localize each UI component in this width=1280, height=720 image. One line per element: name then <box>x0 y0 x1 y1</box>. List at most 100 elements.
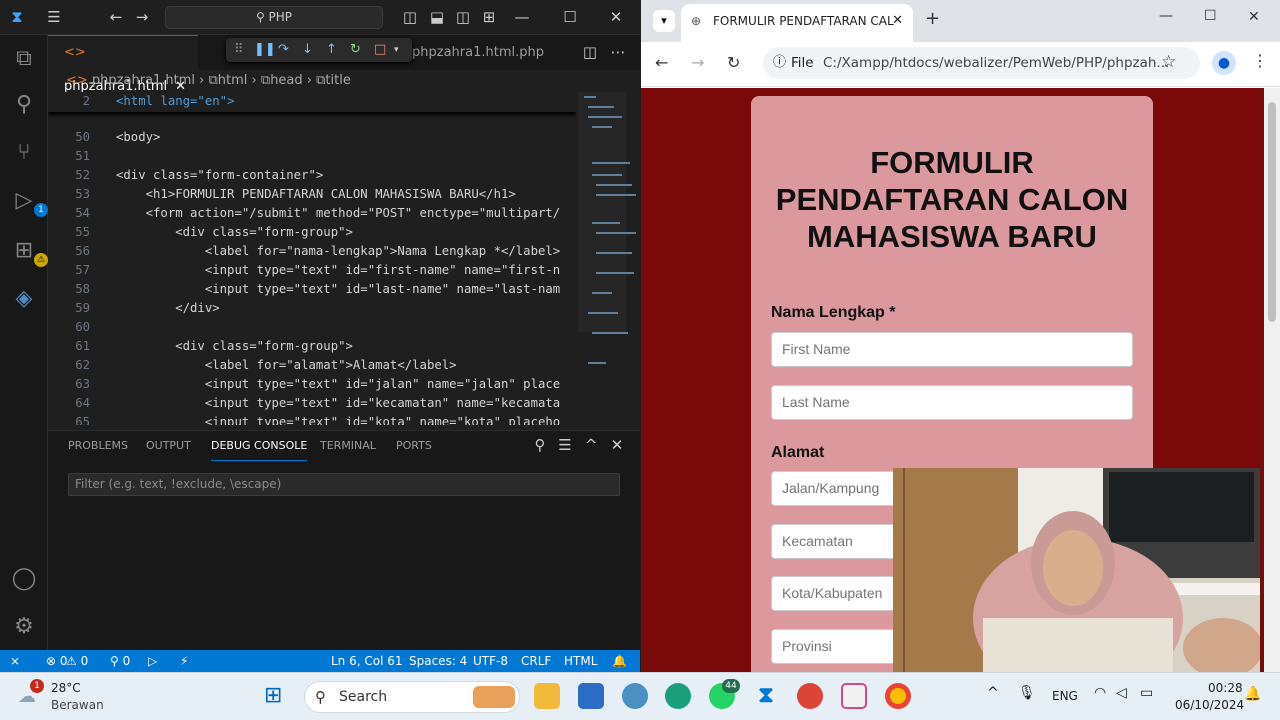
tab-terminal[interactable]: TERMINAL <box>320 431 376 461</box>
browser-globe-icon[interactable] <box>622 683 648 709</box>
notifications-icon[interactable]: 🔔 <box>612 650 627 672</box>
encoding[interactable]: UTF-8 <box>473 650 508 672</box>
chrome-profile-icon[interactable] <box>797 683 823 709</box>
language-indicator[interactable]: ENG <box>1052 689 1078 703</box>
ports-status[interactable]: ⚲ 0 <box>110 650 130 672</box>
edge-icon[interactable] <box>665 683 691 709</box>
code-editor[interactable]: 2 <html lang="en"> 50 <body> 51 52 <div clas… <box>48 92 576 425</box>
page-scrollbar[interactable] <box>1264 88 1280 672</box>
indentation[interactable]: Spaces: 4 <box>409 650 467 672</box>
command-center-search[interactable]: ⚲ PHP <box>165 6 383 29</box>
breadcrumb-head[interactable]: head <box>270 73 302 88</box>
last-name-input[interactable]: Last Name <box>771 385 1133 420</box>
breadcrumb-title[interactable]: title <box>325 73 350 88</box>
extensions-icon[interactable]: ⊞ ⚠ <box>8 235 48 267</box>
maximize-icon[interactable]: ☐ <box>1204 8 1217 24</box>
start-icon[interactable]: ⊞ <box>264 683 282 708</box>
battery-icon[interactable]: ▭ <box>1140 685 1153 701</box>
chrome-tab[interactable]: ⊕ FORMULIR PENDAFTARAN CAL ✕ <box>681 4 913 42</box>
sticky-scroll[interactable]: 2 <html lang="en"> <box>48 92 576 112</box>
minimize-icon[interactable]: — <box>1159 8 1173 24</box>
address-bar[interactable]: ⓘ File C:/Xampp/htdocs/webalizer/PemWeb/… <box>763 47 1200 79</box>
source-control-icon[interactable]: ⑂ <box>8 137 40 169</box>
filter-input[interactable]: Filter (e.g. text, !exclude, \escape) <box>68 473 620 496</box>
chevron-down-icon[interactable]: ▾ <box>394 38 399 62</box>
breadcrumb-html[interactable]: html <box>218 73 248 88</box>
bookmark-star-icon[interactable]: ☆ <box>1161 52 1176 72</box>
notification-bell-icon[interactable]: 🔔 <box>1244 686 1261 702</box>
snipping-tool-icon[interactable] <box>841 683 867 709</box>
step-into-icon[interactable]: ↓ <box>302 38 313 62</box>
profile-icon[interactable]: ● <box>1212 51 1236 75</box>
toggle-sidebar-icon[interactable]: ◫ <box>398 0 422 35</box>
more-actions-icon[interactable]: ⋯ <box>606 35 630 70</box>
new-tab-icon[interactable]: + <box>925 8 940 29</box>
file-explorer-icon[interactable] <box>534 683 560 709</box>
layout-icon[interactable]: ⊞ <box>477 0 501 35</box>
tab-search-icon[interactable]: ▾ <box>653 10 675 32</box>
step-out-icon[interactable]: ↑ <box>326 38 337 62</box>
scrollbar-thumb[interactable] <box>1268 102 1276 322</box>
chevron-up-icon[interactable]: ^ <box>579 428 603 463</box>
wifi-icon[interactable]: ◠ <box>1094 685 1106 701</box>
tab-close-icon[interactable]: ✕ <box>892 4 903 38</box>
errors-status[interactable]: ⊗ 0 <box>46 650 68 672</box>
close-panel-icon[interactable]: ✕ <box>605 428 629 463</box>
split-editor-icon[interactable]: ◫ <box>578 35 602 70</box>
volume-icon[interactable]: ◁ <box>1116 685 1127 701</box>
settings-gear-icon[interactable]: ⚙ <box>8 611 40 643</box>
store-icon[interactable] <box>578 683 604 709</box>
tab-other[interactable]: phpzahra1.html.php <box>412 35 544 70</box>
language-mode[interactable]: HTML <box>564 650 597 672</box>
back-icon[interactable]: ← <box>655 53 668 72</box>
forward-icon[interactable]: → <box>691 53 704 72</box>
drag-handle-icon[interactable]: ⠿ <box>234 38 244 62</box>
chevron-up-icon[interactable]: ^ <box>987 685 999 701</box>
menu-icon[interactable]: ☰ <box>42 0 66 35</box>
accounts-icon[interactable]: ◯ <box>8 563 40 595</box>
restart-icon[interactable]: ↻ <box>350 38 361 62</box>
chrome-icon[interactable] <box>885 683 911 709</box>
back-icon[interactable]: ← <box>104 0 128 35</box>
menu-kebab-icon[interactable]: ⋮ <box>1252 51 1268 70</box>
forward-icon[interactable]: → <box>130 0 154 35</box>
tab-output[interactable]: OUTPUT <box>146 431 191 461</box>
remote-icon[interactable]: ⨯ <box>10 650 20 672</box>
search-icon[interactable]: ⚲ <box>8 89 40 121</box>
taskbar-search[interactable]: ⚲ Search <box>304 681 520 713</box>
maximize-icon[interactable]: ☐ <box>558 0 582 35</box>
vscode-icon[interactable]: ⧗ <box>753 683 779 709</box>
microphone-icon[interactable]: 🎙 <box>1018 685 1036 701</box>
search-icon[interactable]: ⚲ <box>528 428 552 463</box>
explorer-icon[interactable]: ⧉ <box>8 43 40 75</box>
step-over-icon[interactable]: ↷ <box>278 38 289 62</box>
stop-icon[interactable]: □ <box>374 38 386 62</box>
info-icon[interactable]: ⓘ <box>773 47 786 79</box>
clock-time[interactable]: 00:28 <box>1208 681 1243 695</box>
warnings-status[interactable]: ⚠ 0 <box>66 650 88 672</box>
close-icon[interactable]: ✕ <box>1248 9 1260 25</box>
tab-ports[interactable]: PORTS <box>396 431 432 461</box>
pause-icon[interactable]: ❚❚ <box>254 38 276 62</box>
live-share-icon[interactable]: ⚡ <box>180 650 188 672</box>
close-icon[interactable]: ✕ <box>604 0 628 35</box>
toggle-panel-icon[interactable]: ⬓ <box>425 0 449 35</box>
clear-console-icon[interactable]: ☰ <box>553 428 577 463</box>
line-number: 57 <box>75 263 90 277</box>
debug-status-icon[interactable]: ▷ <box>148 650 157 672</box>
run-debug-icon[interactable]: ▷ 1 <box>8 185 48 217</box>
toggle-secondary-sidebar-icon[interactable]: ◫ <box>451 0 475 35</box>
tab-active[interactable]: <> phpzahra1.html ✕ <box>48 35 198 94</box>
breadcrumb-file[interactable]: phpzahra1.html <box>92 73 195 88</box>
clock-date[interactable]: 06/10/2024 <box>1175 698 1244 712</box>
reload-icon[interactable]: ↻ <box>727 53 740 72</box>
first-name-input[interactable]: First Name <box>771 332 1133 367</box>
tab-debug-console[interactable]: DEBUG CONSOLE <box>211 431 308 461</box>
minimize-icon[interactable]: — <box>510 0 534 35</box>
tab-problems[interactable]: PROBLEMS <box>68 431 128 461</box>
python-icon[interactable]: ◈ <box>8 283 40 315</box>
line-ending[interactable]: CRLF <box>521 650 551 672</box>
weather-widget[interactable]: ☁ 1 <box>18 679 44 707</box>
cursor-position[interactable]: Ln 6, Col 61 <box>331 650 403 672</box>
minimap[interactable] <box>578 92 640 425</box>
